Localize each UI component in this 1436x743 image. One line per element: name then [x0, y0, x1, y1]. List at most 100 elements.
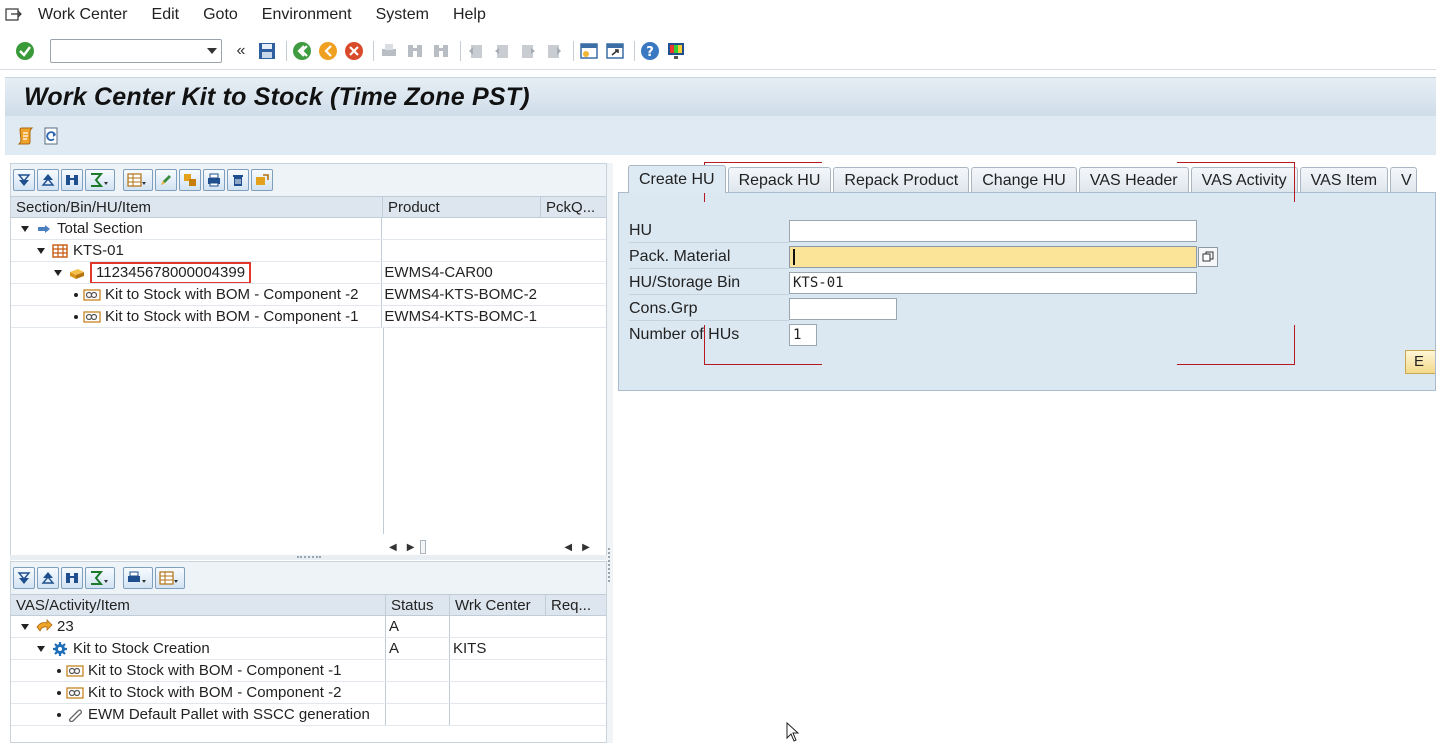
column-header-vas[interactable]: VAS/Activity/Item — [11, 595, 386, 615]
customize-layout-icon[interactable] — [665, 40, 687, 62]
storage-bin-row: HU/Storage Bin KTS-01 — [629, 271, 1197, 295]
delete-icon[interactable] — [227, 169, 249, 191]
tab-overflow[interactable]: V — [1390, 167, 1417, 193]
layout-icon[interactable] — [155, 567, 185, 589]
tab-strip: Create HU Repack HU Repack Product Chang… — [618, 165, 1436, 193]
expand-arrow-icon[interactable] — [37, 247, 45, 254]
column-header-req[interactable]: Req... — [546, 595, 606, 615]
find-icon[interactable] — [61, 169, 83, 191]
sum-icon[interactable] — [85, 567, 115, 589]
scroll-thumb[interactable] — [420, 540, 427, 554]
scroll-right-icon[interactable]: ▶ — [582, 542, 590, 553]
vas-row-item[interactable]: EWM Default Pallet with SSCC generation — [11, 704, 606, 726]
application-toolbar — [5, 116, 1436, 156]
chevron-down-icon[interactable] — [207, 47, 217, 54]
vertical-splitter[interactable] — [607, 163, 613, 743]
tab-vas-activity[interactable]: VAS Activity — [1190, 167, 1298, 193]
tab-vas-item[interactable]: VAS Item — [1299, 167, 1389, 193]
menu-system[interactable]: System — [364, 6, 441, 24]
tree-row-item[interactable]: Kit to Stock with BOM - Component -2 EWM… — [11, 284, 606, 306]
pack-material-input[interactable] — [789, 246, 1197, 268]
vas-row-item[interactable]: Kit to Stock with BOM - Component -1 — [11, 660, 606, 682]
new-session-icon[interactable] — [578, 40, 600, 62]
expand-arrow-icon[interactable] — [54, 269, 62, 276]
wrk-center-cell — [450, 616, 546, 637]
hu-input[interactable] — [789, 220, 1197, 242]
tree-row-hu[interactable]: 112345678000004399 EWMS4-CAR00 — [11, 262, 606, 284]
save-icon[interactable] — [256, 40, 278, 62]
print-icon[interactable] — [123, 567, 153, 589]
column-header-product[interactable]: Product — [383, 197, 541, 217]
vas-row-order[interactable]: 23 A — [11, 616, 606, 638]
horizontal-splitter[interactable] — [10, 555, 607, 560]
collapse-all-icon[interactable] — [37, 169, 59, 191]
expand-arrow-icon[interactable] — [21, 225, 29, 232]
tree-row-total-section[interactable]: Total Section — [11, 218, 606, 240]
print-icon[interactable] — [203, 169, 225, 191]
layout-icon[interactable] — [123, 169, 153, 191]
cons-grp-input[interactable] — [789, 298, 897, 320]
double-chevron-left-icon[interactable]: « — [230, 40, 252, 62]
horizontal-scrollbar[interactable]: ◀ ▶ ◀ ▶ — [383, 539, 607, 555]
expand-all-icon[interactable] — [13, 567, 35, 589]
bullet-icon — [74, 314, 78, 319]
column-header-wrk-center[interactable]: Wrk Center — [450, 595, 546, 615]
column-header-status[interactable]: Status — [386, 595, 450, 615]
tab-vas-header[interactable]: VAS Header — [1078, 167, 1189, 193]
previous-page-icon — [491, 40, 513, 62]
scroll-left-icon[interactable]: ◀ — [389, 542, 397, 553]
system-menu-icon[interactable] — [2, 0, 26, 30]
menu-goto[interactable]: Goto — [191, 6, 250, 24]
execute-button[interactable]: E — [1405, 350, 1435, 374]
tab-change-hu[interactable]: Change HU — [971, 167, 1077, 193]
pack-icon[interactable] — [179, 169, 201, 191]
number-of-hus-input[interactable]: 1 — [789, 324, 817, 346]
unpack-icon[interactable] — [251, 169, 273, 191]
enter-icon[interactable] — [14, 40, 36, 62]
expand-arrow-icon[interactable] — [21, 623, 29, 630]
menu-environment[interactable]: Environment — [250, 6, 364, 24]
annotation-line — [704, 325, 705, 365]
menu-help[interactable]: Help — [441, 6, 498, 24]
collapse-all-icon[interactable] — [37, 567, 59, 589]
scroll-icon[interactable] — [15, 125, 37, 147]
product-item-icon — [83, 287, 101, 303]
find-icon[interactable] — [61, 567, 83, 589]
menu-bar: Work Center Edit Goto Environment System… — [0, 0, 1436, 30]
value-help-icon[interactable] — [1198, 247, 1218, 267]
command-field[interactable] — [50, 38, 222, 63]
title-bar: Work Center Kit to Stock (Time Zone PST) — [5, 78, 1436, 116]
back-icon[interactable] — [291, 40, 313, 62]
column-header-pckq[interactable]: PckQ... — [541, 197, 606, 217]
wrk-center-cell — [450, 704, 546, 725]
vas-row-activity[interactable]: Kit to Stock Creation A KITS — [11, 638, 606, 660]
tree-row-item[interactable]: Kit to Stock with BOM - Component -1 EWM… — [11, 306, 606, 328]
menu-work-center[interactable]: Work Center — [26, 6, 140, 24]
scroll-right-icon[interactable]: ▶ — [407, 542, 415, 553]
menu-edit[interactable]: Edit — [140, 6, 192, 24]
edit-icon[interactable] — [155, 169, 177, 191]
exit-icon[interactable] — [317, 40, 339, 62]
column-header-section[interactable]: Section/Bin/HU/Item — [11, 197, 383, 217]
storage-bin-input[interactable]: KTS-01 — [789, 272, 1197, 294]
status-cell: A — [386, 616, 450, 637]
row-divider — [629, 268, 789, 269]
tab-repack-hu[interactable]: Repack HU — [727, 167, 832, 193]
expand-all-icon[interactable] — [13, 169, 35, 191]
help-icon[interactable]: ? — [639, 40, 661, 62]
sum-icon[interactable] — [85, 169, 115, 191]
refresh-icon[interactable] — [41, 125, 63, 147]
annotation-line — [1294, 162, 1295, 202]
cancel-icon[interactable] — [343, 40, 365, 62]
shortcut-icon[interactable] — [604, 40, 626, 62]
tab-repack-product[interactable]: Repack Product — [833, 167, 970, 193]
bullet-icon — [57, 668, 61, 673]
expand-arrow-icon[interactable] — [37, 645, 45, 652]
tab-create-hu[interactable]: Create HU — [628, 165, 726, 193]
annotation-line — [1177, 162, 1295, 163]
scroll-left-icon[interactable]: ◀ — [564, 542, 572, 553]
tree-row-bin[interactable]: KTS-01 — [11, 240, 606, 262]
number-of-hus-label: Number of HUs — [629, 326, 740, 343]
tree-label: Kit to Stock with BOM - Component -1 — [88, 662, 342, 679]
vas-row-item[interactable]: Kit to Stock with BOM - Component -2 — [11, 682, 606, 704]
